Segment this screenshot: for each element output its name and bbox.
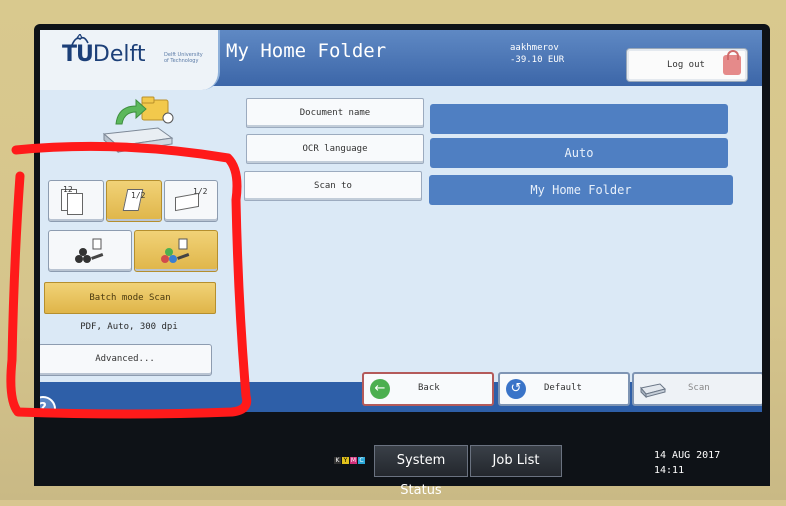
toner-y: Y xyxy=(342,457,349,464)
scan-settings-summary: PDF, Auto, 300 dpi xyxy=(80,322,178,332)
default-button[interactable]: ↺ Default xyxy=(498,372,630,406)
logo-area: TUDelft Delft University of Technology xyxy=(40,30,220,90)
date: 14 AUG 2017 xyxy=(654,450,721,461)
logo-delft: Delft xyxy=(92,42,146,67)
reset-icon: ↺ xyxy=(506,379,526,399)
document-name-button[interactable]: Document name xyxy=(246,98,424,128)
ocr-language-label: OCR language xyxy=(302,144,368,154)
logout-label: Log out xyxy=(667,60,705,70)
batch-mode-scan-label: Batch mode Scan xyxy=(89,293,171,303)
user-balance: -39.10 EUR xyxy=(510,55,565,65)
main-panel: TUDelft Delft University of Technology M… xyxy=(40,30,762,412)
toner-k: K xyxy=(334,457,341,464)
advanced-button[interactable]: Advanced... xyxy=(40,344,212,376)
toner-status-icon: K Y M C xyxy=(334,448,370,474)
scan-to-field[interactable]: My Home Folder xyxy=(429,175,733,205)
toner-m: M xyxy=(350,457,357,464)
mode-option-batch-scan[interactable] xyxy=(134,230,218,272)
logo-subtext: Delft University of Technology xyxy=(164,52,203,64)
scanner-icon xyxy=(640,383,666,398)
duplex-option-text: 1/2 xyxy=(193,187,208,196)
user-name: aakhmerov xyxy=(510,43,559,53)
single-scan-icon xyxy=(75,238,104,263)
back-label: Back xyxy=(418,383,440,393)
scan-label: Scan xyxy=(688,383,710,393)
duplex-option-text: 12 xyxy=(63,185,73,194)
page-title: My Home Folder xyxy=(226,40,387,62)
scan-button[interactable]: Scan xyxy=(632,372,762,406)
ocr-language-button[interactable]: OCR language xyxy=(246,134,424,164)
time: 14:11 xyxy=(654,465,685,476)
one-sided-original-icon-back xyxy=(67,193,83,215)
lock-icon xyxy=(723,50,741,75)
job-list-button[interactable]: Job List xyxy=(470,445,562,477)
advanced-label: Advanced... xyxy=(95,354,155,364)
default-label: Default xyxy=(544,383,582,393)
system-status-button[interactable]: System Status xyxy=(374,445,468,498)
logout-button[interactable]: Log out xyxy=(626,48,748,82)
toner-c: C xyxy=(358,457,365,464)
back-arrow-icon: ← xyxy=(370,379,390,399)
batch-mode-scan-button[interactable]: Batch mode Scan xyxy=(44,282,216,314)
duplex-option-one-sided[interactable]: 12 xyxy=(48,180,104,222)
ocr-language-field[interactable]: Auto xyxy=(430,138,728,168)
duplex-option-two-sided-book[interactable]: 1/2 xyxy=(106,180,162,222)
logo: TUDelft xyxy=(62,42,145,67)
duplex-option-text: 1/2 xyxy=(131,191,146,200)
scan-to-value: My Home Folder xyxy=(530,183,632,197)
user-info: aakhmerov -39.10 EUR xyxy=(510,42,564,66)
mode-option-single-scan[interactable] xyxy=(48,230,132,272)
document-name-field[interactable] xyxy=(430,104,728,134)
scan-to-folder-icon xyxy=(102,96,174,154)
duplex-option-two-sided-top[interactable]: 1/2 xyxy=(164,180,218,222)
scan-to-label: Scan to xyxy=(314,181,352,191)
ocr-language-value: Auto xyxy=(564,146,594,160)
back-button[interactable]: ← Back xyxy=(362,372,494,406)
document-name-label: Document name xyxy=(299,108,371,118)
scan-to-button[interactable]: Scan to xyxy=(244,171,422,201)
datetime-display: 14 AUG 2017 14:11 xyxy=(654,448,720,478)
batch-scan-icon xyxy=(161,238,190,263)
logo-tu: TU xyxy=(62,42,94,67)
